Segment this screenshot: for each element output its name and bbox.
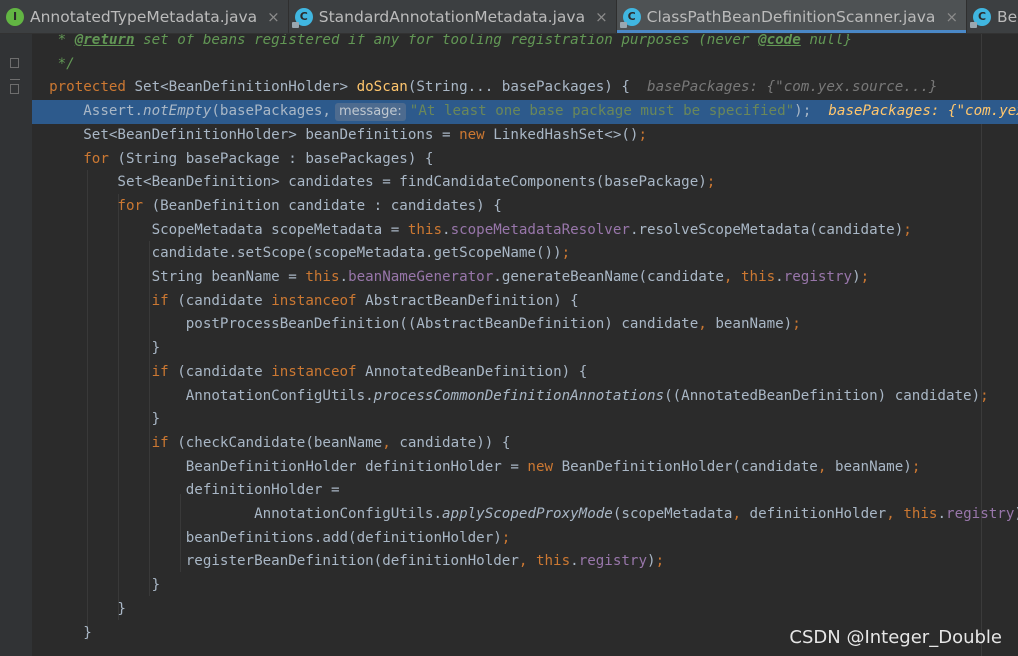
editor-tab-bar: I AnnotatedTypeMetadata.java × C Standar… [0, 0, 1018, 34]
class-icon: C [619, 7, 641, 28]
parameter-hint: message: [334, 103, 406, 122]
code-line: } [151, 340, 161, 357]
interface-icon: I [6, 7, 24, 26]
code-line: } [151, 577, 161, 594]
close-icon[interactable]: × [267, 8, 280, 26]
close-icon[interactable]: × [945, 8, 958, 26]
tab-label: StandardAnnotationMetadata.java [318, 7, 586, 26]
code-line: AnnotationConfigUtils.applyScopedProxyMo… [254, 506, 1018, 522]
code-line: * @return set of beans registered if any… [57, 34, 853, 48]
code-line: Set<BeanDefinition> candidates = findCan… [117, 174, 716, 191]
tab-standard-annotation-metadata[interactable]: C StandardAnnotationMetadata.java × [289, 0, 617, 33]
code-line: definitionHolder = [185, 482, 340, 499]
code-line: if (checkCandidate(beanName, candidate))… [151, 434, 511, 451]
tab-annotated-type-metadata[interactable]: I AnnotatedTypeMetadata.java × [0, 0, 289, 33]
watermark: CSDN @Integer_Double [789, 627, 1002, 648]
fold-marker-icon[interactable] [10, 58, 19, 68]
tab-label: BeanDefini [997, 7, 1018, 26]
code-line: postProcessBeanDefinition((AbstractBeanD… [185, 316, 801, 333]
class-icon: C [291, 7, 313, 28]
close-icon[interactable]: × [595, 8, 608, 26]
inline-debug-value: basePackages: {"com.yex.source...} [647, 79, 938, 96]
code-editor[interactable]: * @return set of beans registered if any… [32, 34, 1018, 656]
code-line: String beanName = this.beanNameGenerator… [151, 269, 870, 285]
code-line: protected Set<BeanDefinitionHolder> doSc… [49, 79, 938, 96]
code-line: if (candidate instanceof AbstractBeanDef… [151, 292, 579, 309]
code-line: } [151, 411, 161, 428]
code-line: ScopeMetadata scopeMetadata = this.scope… [151, 221, 912, 238]
code-line: BeanDefinitionHolder definitionHolder = … [185, 458, 921, 475]
code-line: registerBeanDefinition(definitionHolder,… [185, 553, 665, 570]
code-line: Set<BeanDefinitionHolder> beanDefinition… [83, 126, 648, 143]
code-line: beanDefinitions.add(definitionHolder); [185, 529, 511, 546]
tab-label: ClassPathBeanDefinitionScanner.java [646, 7, 936, 26]
code-line: if (candidate instanceof AnnotatedBeanDe… [151, 363, 588, 380]
code-line: */ [57, 55, 75, 72]
code-line: AnnotationConfigUtils.processCommonDefin… [185, 387, 989, 404]
tab-bean-definition[interactable]: C BeanDefini [967, 0, 1018, 33]
editor-gutter [0, 34, 32, 656]
inline-debug-value: basePackages: {"com.yex.sour [828, 103, 1018, 120]
fold-marker-icon[interactable] [10, 84, 19, 94]
tab-class-path-bean-definition-scanner[interactable]: C ClassPathBeanDefinitionScanner.java × [616, 0, 968, 33]
code-line: candidate.setScope(scopeMetadata.getScop… [151, 245, 571, 262]
code-line: for (String basePackage : basePackages) … [83, 150, 434, 167]
tab-label: AnnotatedTypeMetadata.java [30, 7, 258, 26]
code-line: for (BeanDefinition candidate : candidat… [117, 197, 502, 214]
code-line: } [117, 600, 126, 617]
fold-line [10, 79, 20, 80]
class-icon: C [970, 7, 992, 28]
code-line-execution-point: Assert.notEmpty(basePackages, message: "At… [32, 100, 1018, 124]
